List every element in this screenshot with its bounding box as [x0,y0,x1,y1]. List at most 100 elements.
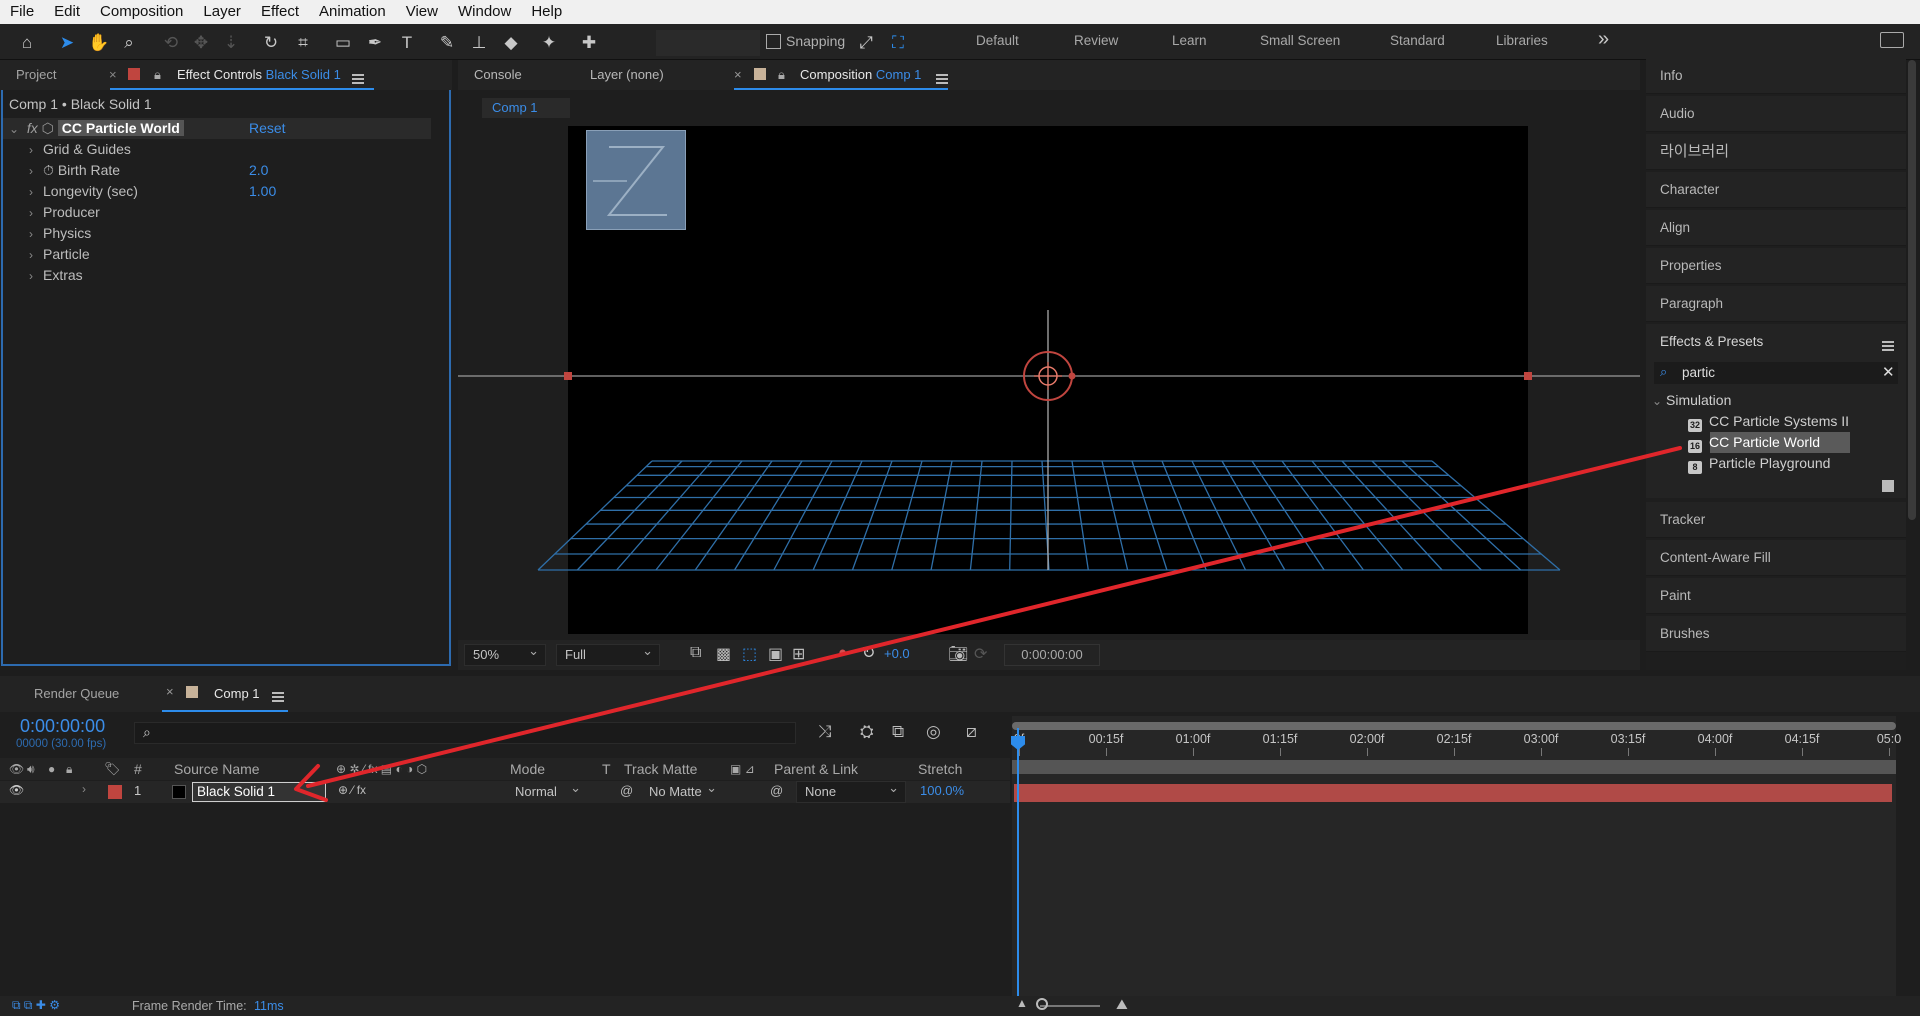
menu-help[interactable]: Help [521,0,572,24]
layer-switches[interactable]: ⊕ ⁄ fx [338,783,366,797]
dolly-camera-icon[interactable]: ⇣ [218,30,244,56]
panel-menu-icon[interactable] [1882,337,1894,352]
layer-label-color[interactable] [108,785,122,799]
property-producer[interactable]: › Producer [29,202,100,223]
pan-camera-icon[interactable]: ✥ [188,30,214,56]
expand-chevron-icon[interactable]: › [29,203,43,224]
expand-chevron-icon[interactable]: › [29,140,43,161]
hand-tool-icon[interactable]: ✋ [86,30,112,56]
zoom-slider-handle[interactable] [1036,998,1048,1010]
lock-icon[interactable]: 🔒︎ [778,60,785,90]
property-grid-guides[interactable]: › Grid & Guides [29,139,131,160]
grid-guides-icon[interactable]: ⊞ [792,644,805,664]
selection-tool-icon[interactable]: ➤ [54,30,80,56]
anchor-point-tool-icon[interactable]: ⌗ [290,30,316,56]
panel-align[interactable]: Align [1646,210,1906,246]
panel-menu-icon[interactable] [272,688,284,703]
tab-layer[interactable]: Layer (none) [590,60,664,90]
property-physics[interactable]: › Physics [29,223,91,244]
panel-properties[interactable]: Properties [1646,248,1906,284]
zoom-out-icon[interactable]: ▲ [1016,996,1028,1010]
exposure-value[interactable]: +0.0 [884,646,910,661]
playhead[interactable] [1017,728,1019,1016]
layer-mode-dropdown[interactable]: Normal [506,778,588,803]
menu-file[interactable]: File [0,0,44,24]
shy-layers-icon[interactable]: ⧉ [892,722,904,742]
transparency-grid-icon[interactable]: ▩ [716,644,731,664]
layer-name[interactable]: Black Solid 1 [192,782,326,802]
video-switch-icon[interactable]: 👁︎ [9,760,24,778]
menu-composition[interactable]: Composition [90,0,193,24]
zoom-dropdown[interactable]: 50% [464,641,546,666]
panel-tracker[interactable]: Tracker [1646,502,1906,538]
roto-brush-tool-icon[interactable]: ✦ [536,30,562,56]
close-tab-icon[interactable]: × [109,60,117,90]
panel-menu-icon[interactable] [352,70,364,85]
expand-chevron-icon[interactable]: › [29,161,43,182]
timeline-zoom-slider[interactable] [1040,1005,1100,1007]
panel-content-aware-fill[interactable]: Content-Aware Fill [1646,540,1906,576]
tab-composition[interactable]: Composition Comp 1 [800,60,921,90]
column-source-name[interactable]: Source Name [174,760,260,778]
zoom-in-icon[interactable]: ⛰ [1116,996,1128,1013]
stopwatch-icon[interactable]: ⏱ [43,162,54,178]
layer-visibility-icon[interactable]: 👁︎ [9,783,24,797]
menu-edit[interactable]: Edit [44,0,90,24]
effect-result-particle-playground[interactable]: 8 Particle Playground [1688,453,1830,474]
property-extras[interactable]: › Extras [29,265,83,286]
menu-layer[interactable]: Layer [193,0,251,24]
guide-left-handle[interactable] [564,372,572,380]
home-icon[interactable]: ⌂ [14,30,40,56]
expand-chevron-icon[interactable]: › [29,182,43,203]
footer-toggle-icons[interactable]: ⧉ ⧉ ✚ ⚙︎ [12,998,60,1013]
snap-target-icon[interactable]: ⛶ [885,30,911,56]
effect-result-cc-particle-world[interactable]: 16 CC Particle World [1688,432,1820,453]
solo-switch-icon[interactable]: ● [48,760,55,778]
clear-search-icon[interactable]: ✕ [1882,363,1895,381]
panel-info[interactable]: Info [1646,58,1906,94]
channel-color-icon[interactable]: ● [838,644,847,661]
fx-icon[interactable]: fx [27,120,38,136]
snapshot-camera-icon[interactable]: 📷︎ [948,644,968,664]
graph-editor-icon[interactable]: ⧄ [966,722,977,742]
show-snapshot-icon[interactable]: ⟳ [974,644,987,664]
frame-blending-icon[interactable]: ◎ [926,722,941,742]
parent-pickwhip-icon[interactable]: @ [770,783,783,798]
eraser-tool-icon[interactable]: ◆ [498,30,524,56]
search-help-icon[interactable] [1880,32,1904,48]
menu-effect[interactable]: Effect [251,0,309,24]
close-tab-icon[interactable]: × [166,684,174,699]
expand-chevron-icon[interactable]: › [29,224,43,245]
menu-window[interactable]: Window [448,0,521,24]
comp-mini-flowchart-icon[interactable]: ⤨ [818,722,832,742]
work-area-bar[interactable] [1012,722,1896,730]
workspace-review[interactable]: Review [1074,33,1118,48]
panel-menu-icon[interactable] [936,70,948,85]
snapping-checkbox[interactable] [766,34,781,49]
expand-chevron-icon[interactable]: › [29,245,43,266]
parent-dropdown[interactable]: None [796,778,906,803]
tab-project[interactable]: Project [16,60,56,90]
panel-paragraph[interactable]: Paragraph [1646,286,1906,322]
comp-breadcrumb-chip[interactable]: Comp 1 [482,98,570,118]
panel-audio[interactable]: Audio [1646,96,1906,132]
timeline-timecode[interactable]: 0:00:00:00 [20,716,105,737]
region-of-interest-icon[interactable]: ▣ [768,644,783,664]
property-particle[interactable]: › Particle [29,244,90,265]
snapping-options-icon[interactable]: ⤢ [853,30,879,56]
tab-console[interactable]: Console [474,60,522,90]
panel-character[interactable]: Character [1646,172,1906,208]
property-longevity[interactable]: › Longevity (sec) [29,181,138,202]
label-tag-icon[interactable]: 🏷︎ [104,760,121,778]
tab-render-queue[interactable]: Render Queue [34,686,119,701]
workspace-libraries[interactable]: Libraries [1496,33,1548,48]
audio-switch-icon[interactable]: 🔊︎ [27,760,35,778]
workspace-default[interactable]: Default [976,33,1019,48]
zoom-tool-icon[interactable]: ⌕ [116,30,142,56]
new-preset-folder-icon[interactable] [1882,480,1894,492]
right-panel-scrollbar[interactable] [1908,60,1916,520]
draft-3d-icon[interactable]: ⛭ [860,722,874,742]
viewer-timecode[interactable]: 0:00:00:00 [1004,644,1100,666]
reset-link[interactable]: Reset [249,120,286,136]
clone-stamp-tool-icon[interactable]: ⊥ [466,30,492,56]
